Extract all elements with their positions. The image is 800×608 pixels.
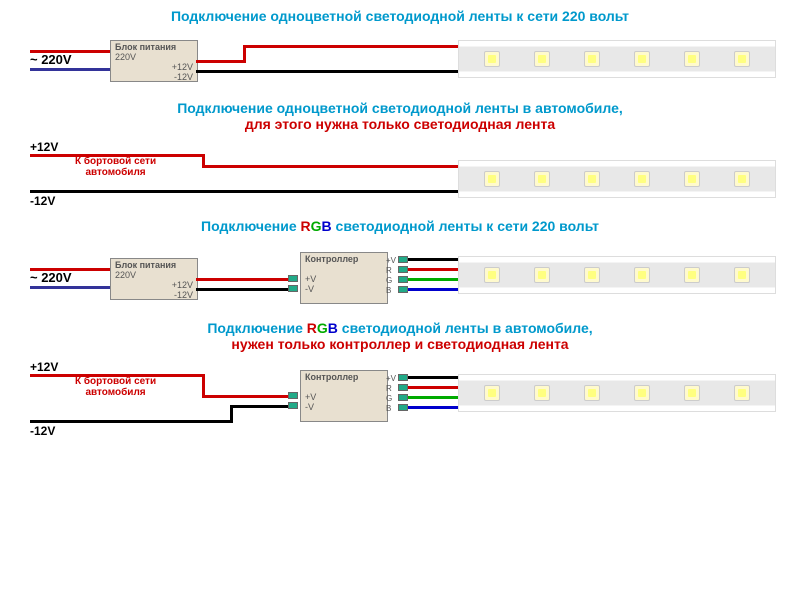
led-chip bbox=[634, 51, 650, 67]
led-chip bbox=[484, 171, 500, 187]
wire-rgb-r-4 bbox=[408, 386, 458, 389]
wire-neg bbox=[196, 70, 458, 73]
led-chip bbox=[584, 267, 600, 283]
terminal-icon bbox=[398, 384, 408, 391]
wire-ac-neutral-3 bbox=[30, 286, 110, 289]
wire-neg-car bbox=[30, 190, 458, 193]
diagram-3: ~ 220V Блок питания 220V +12V -12V Контр… bbox=[30, 242, 770, 312]
led-strip-1 bbox=[458, 40, 776, 78]
led-strip-rgb bbox=[458, 256, 776, 294]
power-supply-3: Блок питания 220V +12V -12V bbox=[110, 258, 198, 300]
led-chip bbox=[634, 171, 650, 187]
car-label: К бортовой сетиавтомобиля bbox=[75, 156, 156, 178]
dc-pos-label: +12V bbox=[30, 140, 58, 154]
led-chip bbox=[734, 385, 750, 401]
led-chip bbox=[484, 51, 500, 67]
wire-rgb-g-4 bbox=[408, 396, 458, 399]
terminal-icon bbox=[398, 286, 408, 293]
wire-rgb-b bbox=[408, 288, 458, 291]
rgb-controller: Контроллер +V -V bbox=[300, 252, 388, 304]
dc-neg-label-4: -12V bbox=[30, 424, 55, 438]
led-chip bbox=[734, 51, 750, 67]
terminal-icon bbox=[398, 256, 408, 263]
led-strip-rgb-4 bbox=[458, 374, 776, 412]
wire-rgb-g bbox=[408, 278, 458, 281]
wire-car-neg-2 bbox=[230, 405, 297, 408]
psu-neg: -12V bbox=[174, 72, 193, 82]
wire-car-pos-1 bbox=[30, 374, 205, 377]
psu-in: 220V bbox=[115, 52, 136, 62]
led-chip bbox=[634, 267, 650, 283]
wire-ac-live bbox=[30, 50, 110, 53]
led-chip bbox=[534, 267, 550, 283]
led-chip bbox=[534, 51, 550, 67]
led-chip bbox=[484, 267, 500, 283]
watermark: Sovets club bbox=[701, 578, 796, 607]
ac-label-3: ~ 220V bbox=[30, 270, 72, 285]
title-2b: для этого нужна только светодиодная лент… bbox=[245, 116, 555, 132]
led-chip bbox=[684, 267, 700, 283]
wire-psu-ctrl-pos bbox=[196, 278, 296, 281]
led-strip-2 bbox=[458, 160, 776, 198]
wire-ac-neutral bbox=[30, 68, 110, 71]
wire-psu-ctrl-neg bbox=[196, 288, 296, 291]
wire-pos-1 bbox=[196, 60, 246, 63]
wire-car-neg-1 bbox=[30, 420, 230, 423]
title-2: Подключение одноцветной светодиодной лен… bbox=[0, 100, 800, 132]
terminal-icon bbox=[288, 402, 298, 409]
terminal-icon bbox=[288, 285, 298, 292]
terminal-icon bbox=[288, 392, 298, 399]
led-chip bbox=[684, 51, 700, 67]
psu-in: 220V bbox=[115, 270, 136, 280]
led-chip bbox=[734, 171, 750, 187]
dc-pos-label-4: +12V bbox=[30, 360, 58, 374]
led-chip bbox=[584, 51, 600, 67]
led-chip bbox=[734, 267, 750, 283]
led-chip bbox=[584, 171, 600, 187]
rgb-controller-4: Контроллер +V -V bbox=[300, 370, 388, 422]
psu-pos: +12V bbox=[172, 62, 193, 72]
terminal-icon bbox=[398, 374, 408, 381]
wire-rgb-b-4 bbox=[408, 406, 458, 409]
dc-neg-label: -12V bbox=[30, 194, 55, 208]
diagram-2: +12V К бортовой сетиавтомобиля -12V bbox=[30, 140, 770, 210]
wire-pos-car-2 bbox=[202, 165, 458, 168]
wire-ac-live-3 bbox=[30, 268, 110, 271]
title-2a: Подключение одноцветной светодиодной лен… bbox=[177, 100, 623, 116]
title-1: Подключение одноцветной светодиодной лен… bbox=[0, 8, 800, 24]
led-chip bbox=[684, 385, 700, 401]
wire-rgb-v bbox=[408, 258, 458, 261]
terminal-icon bbox=[398, 404, 408, 411]
wire-rgb-r bbox=[408, 268, 458, 271]
ac-label: ~ 220V bbox=[30, 52, 72, 67]
power-supply: Блок питания 220V +12V -12V bbox=[110, 40, 198, 82]
diagram-4: +12V К бортовой сетиавтомобиля -12V Конт… bbox=[30, 360, 770, 440]
wire-pos-car-1 bbox=[30, 154, 205, 157]
led-chip bbox=[684, 171, 700, 187]
terminal-icon bbox=[398, 266, 408, 273]
diagram-1: ~ 220V Блок питания 220V +12V -12V bbox=[30, 32, 770, 92]
terminal-icon bbox=[398, 276, 408, 283]
led-chip bbox=[634, 385, 650, 401]
title-4: Подключение RGB светодиодной ленты в авт… bbox=[0, 320, 800, 352]
wire-car-pos-2 bbox=[202, 395, 297, 398]
title-3: Подключение RGB светодиодной ленты к сет… bbox=[0, 218, 800, 234]
wire-pos-2 bbox=[243, 45, 458, 48]
terminal-icon bbox=[288, 275, 298, 282]
terminal-icon bbox=[398, 394, 408, 401]
car-label-4: К бортовой сетиавтомобиля bbox=[75, 376, 156, 398]
led-chip bbox=[534, 385, 550, 401]
led-chip bbox=[484, 385, 500, 401]
wire-rgb-v-4 bbox=[408, 376, 458, 379]
led-chip bbox=[534, 171, 550, 187]
led-chip bbox=[584, 385, 600, 401]
